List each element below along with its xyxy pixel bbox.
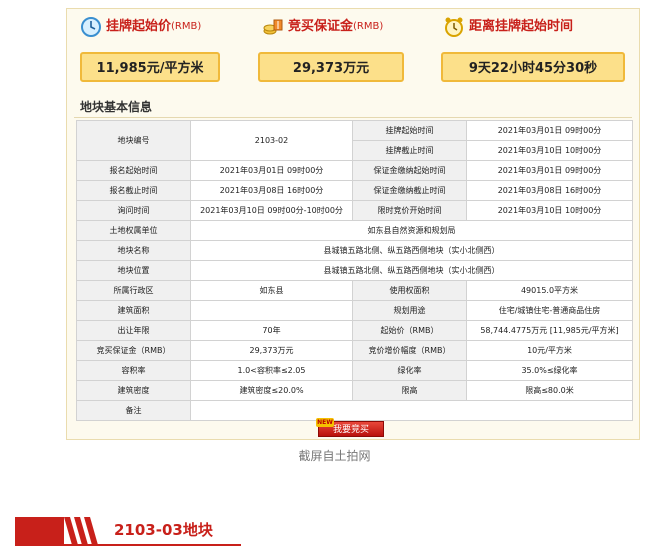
table-row: 竞买保证金（RMB） 29,373万元 竞价增价幅度（RMB） 10元/平方米 <box>76 340 633 361</box>
table-row: 出让年限 70年 起始价（RMB） 58,744.4775万元 [11,985元… <box>76 320 633 341</box>
value-bid-increment: 10元/平方米 <box>466 340 633 361</box>
table-row: 地块名称 县城镇五路北侧、纵五路西侧地块（实小北侧西） <box>76 240 633 261</box>
table-row: 地块编号 2103-02 挂牌起始时间 2021年03月01日 09时00分 <box>76 120 633 161</box>
value-deposit-end: 2021年03月08日 16时00分 <box>466 180 633 201</box>
label-bidding-start: 限时竞价开始时间 <box>352 200 467 221</box>
value-district: 如东县 <box>190 280 353 301</box>
label-deposit: 竞买保证金（RMB） <box>76 340 191 361</box>
value-building-area <box>190 300 353 321</box>
value-planned-use: 住宅/城镇住宅-普通商品住房 <box>466 300 633 321</box>
table-row: 地块位置 县城镇五路北侧、纵五路西侧地块（实小北侧西） <box>76 260 633 281</box>
label-owner: 土地权属单位 <box>76 220 191 241</box>
table-row: 报名起始时间 2021年03月01日 09时00分 保证金缴纳起始时间 2021… <box>76 160 633 181</box>
value-deposit: 29,373万元 <box>190 340 353 361</box>
heading-underline <box>15 544 241 546</box>
value-height-limit: 限高≤80.0米 <box>466 380 633 401</box>
label-inquiry-time: 询问时间 <box>76 200 191 221</box>
label-listing-end: 挂牌截止时间 <box>352 140 467 161</box>
label-start-price: 起始价（RMB） <box>352 320 467 341</box>
alarm-clock-icon <box>443 16 465 38</box>
value-deposit-start: 2021年03月01日 09时00分 <box>466 160 633 181</box>
table-row: 备注 <box>76 400 633 421</box>
section-heading: 2103-03地块 <box>114 521 213 539</box>
table-row: 容积率 1.0<容积率≤2.05 绿化率 35.0%≤绿化率 <box>76 360 633 381</box>
label-signup-end: 报名截止时间 <box>76 180 191 201</box>
clock-icon <box>80 16 102 38</box>
value-bidding-start: 2021年03月10日 10时00分 <box>466 200 633 221</box>
countdown-heading: 距离挂牌起始时间 <box>443 16 573 38</box>
value-owner: 如东县自然资源和规划局 <box>190 220 633 241</box>
label-lease-term: 出让年限 <box>76 320 191 341</box>
table-row: 建筑密度 建筑密度≤20.0% 限高 限高≤80.0米 <box>76 380 633 401</box>
value-lease-term: 70年 <box>190 320 353 341</box>
value-green-ratio: 35.0%≤绿化率 <box>466 360 633 381</box>
image-caption: 截屏自土拍网 <box>298 449 371 463</box>
value-parcel-name: 县城镇五路北侧、纵五路西侧地块（实小北侧西） <box>190 240 633 261</box>
label-parcel-no: 地块编号 <box>76 120 191 161</box>
value-inquiry-time: 2021年03月10日 09时00分-10时00分 <box>190 200 353 221</box>
value-parcel-location: 县城镇五路北侧、纵五路西侧地块（实小北侧西） <box>190 260 633 281</box>
heading-stripes-icon <box>64 517 104 545</box>
label-parcel-name: 地块名称 <box>76 240 191 261</box>
countdown-value: 9天22小时45分30秒 <box>441 52 625 82</box>
value-listing-start: 2021年03月01日 09时00分 <box>466 120 633 141</box>
deposit-value: 29,373万元 <box>258 52 404 82</box>
label-green-ratio: 绿化率 <box>352 360 467 381</box>
start-price-heading: 挂牌起始价 (RMB) <box>80 16 201 38</box>
label-signup-start: 报名起始时间 <box>76 160 191 181</box>
start-price-value: 11,985元/平方米 <box>80 52 220 82</box>
label-building-area: 建筑面积 <box>76 300 191 321</box>
deposit-heading: 竞买保证金 (RMB) <box>262 16 383 38</box>
value-land-area: 49015.0平方米 <box>466 280 633 301</box>
land-info-table: 地块编号 2103-02 挂牌起始时间 2021年03月01日 09时00分 挂… <box>76 120 633 421</box>
label-plot-ratio: 容积率 <box>76 360 191 381</box>
label-remarks: 备注 <box>76 400 191 421</box>
coins-icon <box>262 16 284 38</box>
label-deposit-end: 保证金缴纳截止时间 <box>352 180 467 201</box>
value-remarks <box>190 400 633 421</box>
table-row: 报名截止时间 2021年03月08日 16时00分 保证金缴纳截止时间 2021… <box>76 180 633 201</box>
label-deposit-start: 保证金缴纳起始时间 <box>352 160 467 181</box>
section-title: 地块基本信息 <box>80 100 153 114</box>
value-listing-end: 2021年03月10日 10时00分 <box>466 140 633 161</box>
buy-bid-label: 我要竞买 <box>332 425 369 435</box>
label-district: 所属行政区 <box>76 280 191 301</box>
value-plot-ratio: 1.0<容积率≤2.05 <box>190 360 353 381</box>
value-signup-start: 2021年03月01日 09时00分 <box>190 160 353 181</box>
value-signup-end: 2021年03月08日 16时00分 <box>190 180 353 201</box>
value-start-price: 58,744.4775万元 [11,985元/平方米] <box>466 320 633 341</box>
value-parcel-no: 2103-02 <box>190 120 353 161</box>
new-badge: NEW <box>316 418 334 427</box>
buy-bid-button[interactable]: NEW 我要竞买 <box>316 418 384 437</box>
label-bid-increment: 竞价增价幅度（RMB） <box>352 340 467 361</box>
label-land-area: 使用权面积 <box>352 280 467 301</box>
table-row: 询问时间 2021年03月10日 09时00分-10时00分 限时竞价开始时间 … <box>76 200 633 221</box>
table-row: 所属行政区 如东县 使用权面积 49015.0平方米 <box>76 280 633 301</box>
label-height-limit: 限高 <box>352 380 467 401</box>
label-planned-use: 规划用途 <box>352 300 467 321</box>
label-listing-start: 挂牌起始时间 <box>352 120 467 141</box>
table-row: 土地权属单位 如东县自然资源和规划局 <box>76 220 633 241</box>
value-building-density: 建筑密度≤20.0% <box>190 380 353 401</box>
section-divider <box>74 117 632 118</box>
table-row: 建筑面积 规划用途 住宅/城镇住宅-普通商品住房 <box>76 300 633 321</box>
label-parcel-location: 地块位置 <box>76 260 191 281</box>
label-building-density: 建筑密度 <box>76 380 191 401</box>
